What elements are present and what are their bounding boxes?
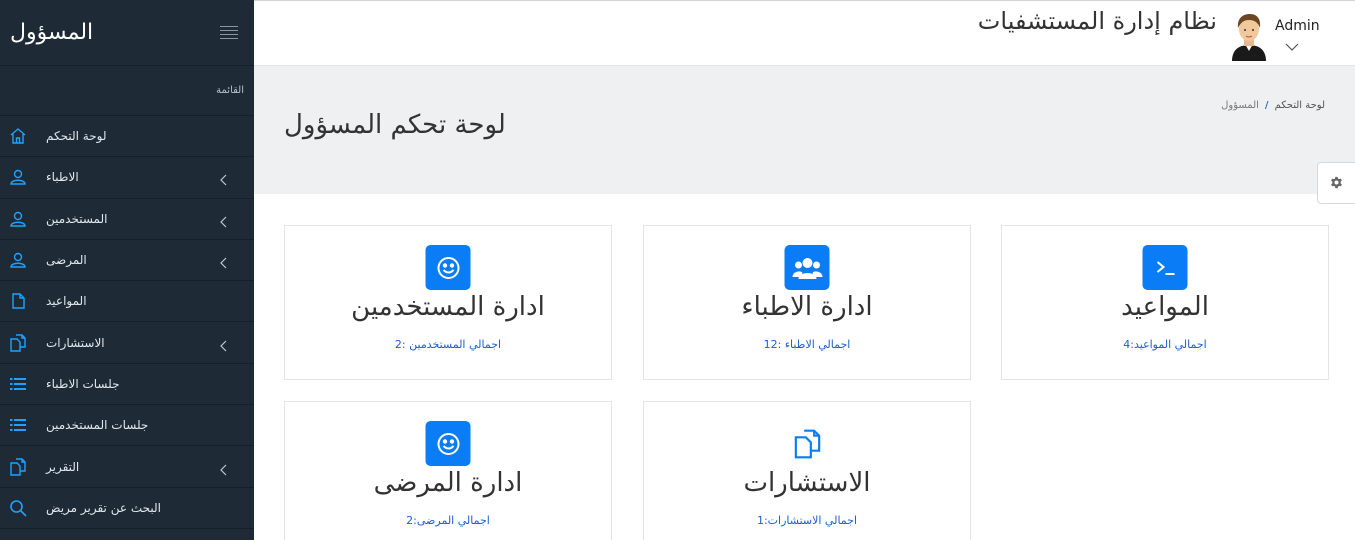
menu-heading: القائمة — [0, 66, 254, 116]
smile-icon — [425, 421, 471, 466]
breadcrumb-separator: / — [1264, 100, 1269, 111]
sidebar-item-label: التقرير — [46, 459, 80, 474]
sidebar-item-label: المواعيد — [46, 294, 87, 309]
card-title[interactable]: ادارة المرضى — [285, 468, 611, 498]
chevron-left-icon — [218, 213, 230, 228]
sidebar-item-label: جلسات المستخدمين — [46, 418, 149, 433]
user-icon — [8, 167, 28, 187]
breadcrumb-current: المسؤول — [1221, 100, 1259, 111]
user-icon — [8, 209, 28, 229]
sidebar-item-dashboard[interactable]: لوحة التحكم — [0, 116, 254, 158]
sidebar-item-label: المستخدمين — [46, 211, 108, 226]
page-header: لوحة التحكم / المسؤول لوحة تحكم المسؤول — [254, 66, 1355, 204]
sidebar-item-search-report[interactable]: البحث عن تقرير مريض — [0, 488, 254, 529]
search-icon — [8, 498, 28, 518]
sidebar-item-label: الاستشارات — [46, 335, 105, 350]
card-stat[interactable]: اجمالي الاطباء :12 — [644, 338, 970, 351]
card-stat[interactable]: اجمالي المستخدمين :2 — [285, 338, 611, 351]
sidebar-item-appointments[interactable]: المواعيد — [0, 281, 254, 323]
system-title: نظام إدارة المستشفيات — [977, 7, 1217, 35]
card-patients[interactable]: ادارة المرضى اجمالي المرضى:2 — [284, 401, 612, 540]
list-icon — [8, 415, 28, 435]
card-stat[interactable]: اجمالي الاستشارات:1 — [644, 514, 970, 527]
sidebar-item-users[interactable]: المستخدمين — [0, 199, 254, 240]
sidebar-header: المسؤول — [0, 0, 254, 66]
card-title[interactable]: المواعيد — [1002, 292, 1328, 322]
sidebar-item-label: المرضى — [46, 253, 87, 268]
sidebar-brand: المسؤول — [10, 20, 94, 45]
chevron-left-icon — [218, 337, 230, 352]
sidebar-item-user-sessions[interactable]: جلسات المستخدمين — [0, 405, 254, 447]
file-icon — [8, 291, 28, 311]
smile-icon — [425, 245, 471, 290]
sidebar: المسؤول القائمة لوحة التحكم الاطباء المس… — [0, 0, 254, 540]
files-icon — [8, 457, 28, 477]
card-doctors[interactable]: ادارة الاطباء اجمالي الاطباء :12 — [643, 225, 971, 380]
settings-button[interactable] — [1317, 162, 1355, 204]
chevron-down-icon[interactable] — [1285, 37, 1299, 51]
card-consultations[interactable]: الاستشارات اجمالي الاستشارات:1 — [643, 401, 971, 540]
sidebar-item-label: جلسات الاطباء — [46, 376, 120, 391]
card-appointments[interactable]: المواعيد اجمالي المواعيد:4 — [1001, 225, 1329, 380]
list-icon — [8, 374, 28, 394]
top-navbar: نظام إدارة المستشفيات Admin — [254, 0, 1355, 66]
home-icon — [8, 126, 28, 146]
user-avatar[interactable] — [1228, 11, 1270, 61]
files-icon — [785, 421, 830, 466]
card-users[interactable]: ادارة المستخدمين اجمالي المستخدمين :2 — [284, 225, 612, 380]
breadcrumb-home[interactable]: لوحة التحكم — [1275, 100, 1325, 111]
user-icon — [8, 250, 28, 270]
sidebar-item-label: البحث عن تقرير مريض — [46, 500, 161, 515]
sidebar-item-doctor-sessions[interactable]: جلسات الاطباء — [0, 364, 254, 406]
sidebar-item-label: الاطباء — [46, 170, 79, 185]
card-title[interactable]: الاستشارات — [644, 468, 970, 498]
card-stat[interactable]: اجمالي المرضى:2 — [285, 514, 611, 527]
chevron-left-icon — [218, 171, 230, 186]
breadcrumb: لوحة التحكم / المسؤول — [1221, 100, 1325, 111]
sidebar-item-consultations[interactable]: الاستشارات — [0, 322, 254, 364]
files-icon — [8, 333, 28, 353]
sidebar-item-patients[interactable]: المرضى — [0, 240, 254, 282]
terminal-icon — [1142, 245, 1188, 290]
card-title[interactable]: ادارة المستخدمين — [285, 292, 611, 322]
sidebar-item-doctors[interactable]: الاطباء — [0, 157, 254, 199]
card-title[interactable]: ادارة الاطباء — [644, 292, 970, 322]
users-group-icon — [784, 245, 830, 290]
gear-icon — [1330, 174, 1343, 193]
user-name[interactable]: Admin — [1275, 18, 1320, 34]
chevron-left-icon — [218, 461, 230, 475]
hamburger-menu-icon[interactable] — [220, 25, 238, 40]
chevron-left-icon — [218, 254, 230, 269]
page-title: لوحة تحكم المسؤول — [284, 110, 506, 140]
sidebar-item-reports[interactable]: التقرير — [0, 446, 254, 488]
card-stat[interactable]: اجمالي المواعيد:4 — [1002, 338, 1328, 351]
sidebar-item-label: لوحة التحكم — [46, 129, 107, 144]
